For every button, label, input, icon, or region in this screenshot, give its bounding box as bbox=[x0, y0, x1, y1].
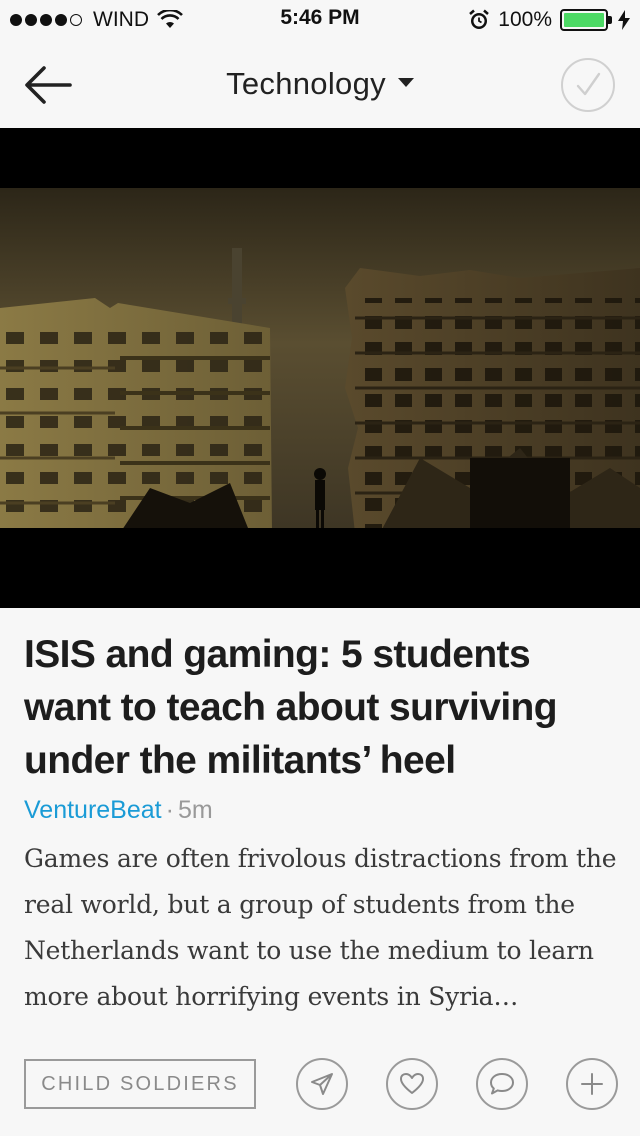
status-bar: WIND 5:46 PM 100% bbox=[0, 0, 640, 40]
share-button[interactable] bbox=[296, 1058, 348, 1110]
section-title: Technology bbox=[226, 66, 386, 101]
comment-button[interactable] bbox=[476, 1058, 528, 1110]
charging-bolt-icon bbox=[618, 10, 630, 30]
topic-tag-button[interactable]: CHILD SOLDIERS bbox=[24, 1059, 256, 1109]
battery-icon bbox=[560, 9, 612, 31]
caret-down-icon bbox=[397, 78, 414, 88]
article-summary[interactable]: Games are often frivolous distractions f… bbox=[24, 836, 624, 1020]
article-meta: VentureBeat · 5m bbox=[24, 794, 213, 826]
article-source[interactable]: VentureBeat bbox=[24, 796, 162, 824]
section-selector[interactable]: Technology bbox=[0, 66, 640, 102]
mark-read-button[interactable] bbox=[561, 58, 615, 112]
like-button[interactable] bbox=[386, 1058, 438, 1110]
ruined-city-illustration bbox=[0, 128, 640, 608]
nav-bar: Technology bbox=[0, 40, 640, 128]
plus-icon bbox=[581, 1073, 603, 1095]
add-button[interactable] bbox=[566, 1058, 618, 1110]
comment-icon bbox=[490, 1073, 514, 1095]
meta-separator: · bbox=[165, 796, 174, 824]
heart-icon bbox=[400, 1073, 424, 1094]
alarm-icon bbox=[469, 9, 490, 29]
checkmark-icon bbox=[576, 72, 601, 96]
send-icon bbox=[311, 1073, 333, 1095]
article-hero-image[interactable] bbox=[0, 128, 640, 608]
article-age: 5m bbox=[177, 796, 213, 824]
battery-percent: 100% bbox=[498, 8, 552, 31]
article-headline[interactable]: ISIS and gaming: 5 students want to teac… bbox=[24, 628, 624, 787]
status-right: 100% bbox=[468, 6, 630, 34]
